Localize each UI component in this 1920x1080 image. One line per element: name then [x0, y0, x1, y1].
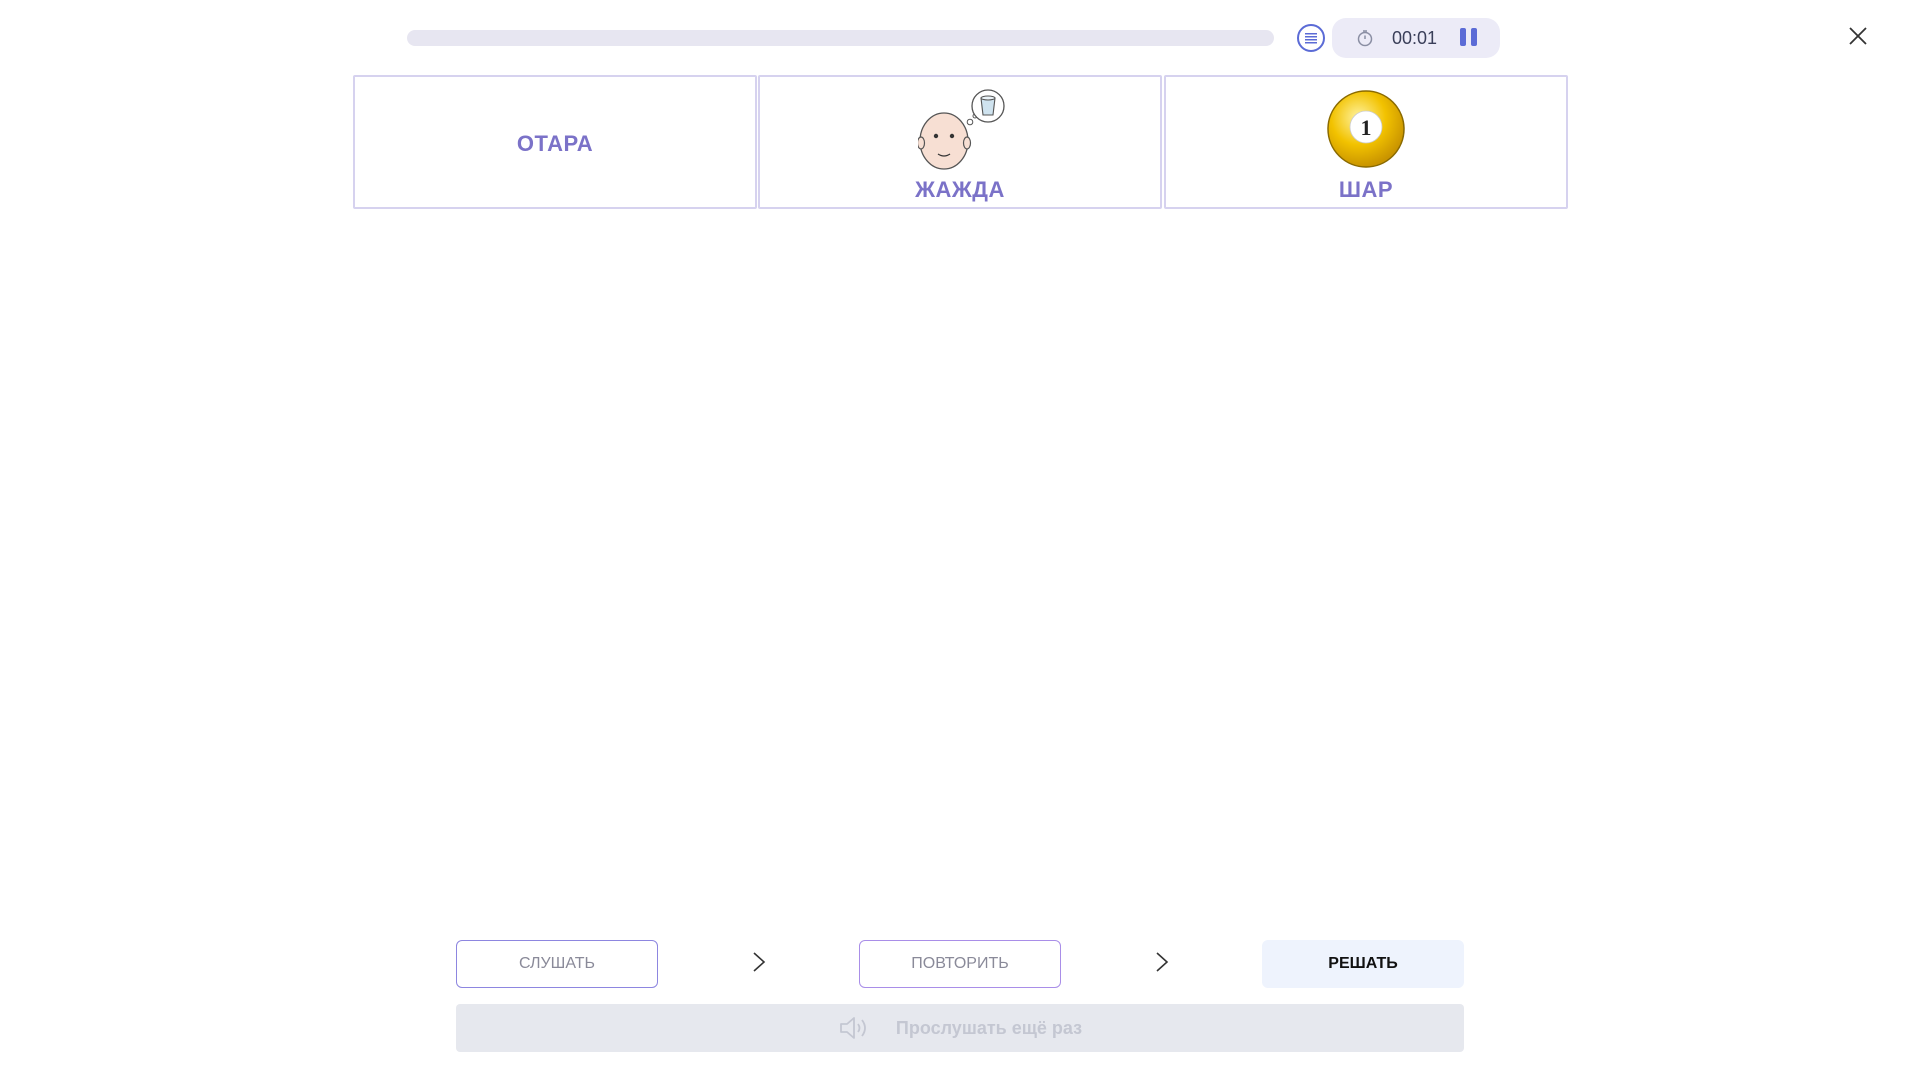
card-word: ЖАЖДА: [915, 177, 1005, 202]
list-icon: [1305, 33, 1317, 44]
chevron-right-icon: [753, 952, 766, 972]
listen-step-button[interactable]: СЛУШАТЬ: [456, 940, 658, 988]
replay-label: Прослушать ещё раз: [895, 1017, 1083, 1038]
replay-button[interactable]: Прослушать ещё раз: [456, 1004, 1464, 1052]
word-card-2[interactable]: ЖАЖДА: [758, 75, 1162, 209]
card-word: ОТАРА: [516, 131, 594, 156]
card-word: ШАР: [1338, 177, 1394, 202]
close-icon[interactable]: [1846, 24, 1870, 48]
progress-bar: [407, 30, 1274, 46]
ball-icon: 1: [1327, 90, 1405, 168]
list-button[interactable]: [1297, 24, 1325, 52]
repeat-step-button[interactable]: ПОВТОРИТЬ: [859, 940, 1061, 988]
speaker-icon: [840, 1017, 866, 1039]
word-card-3[interactable]: 1 ШАР: [1164, 75, 1568, 209]
timer-value: 00:01: [1392, 28, 1438, 48]
thirsty-face-icon: [918, 89, 1005, 170]
chevron-right-icon: [1156, 952, 1169, 972]
pause-button[interactable]: [1457, 28, 1479, 48]
stopwatch-icon: [1357, 30, 1373, 47]
word-card-1[interactable]: ОТАРА: [353, 75, 757, 209]
ball-number: 1: [1361, 115, 1372, 140]
solve-step-button[interactable]: РЕШАТЬ: [1262, 940, 1464, 988]
pause-icon: [1459, 28, 1466, 46]
timer-panel: 00:01: [1332, 18, 1500, 58]
